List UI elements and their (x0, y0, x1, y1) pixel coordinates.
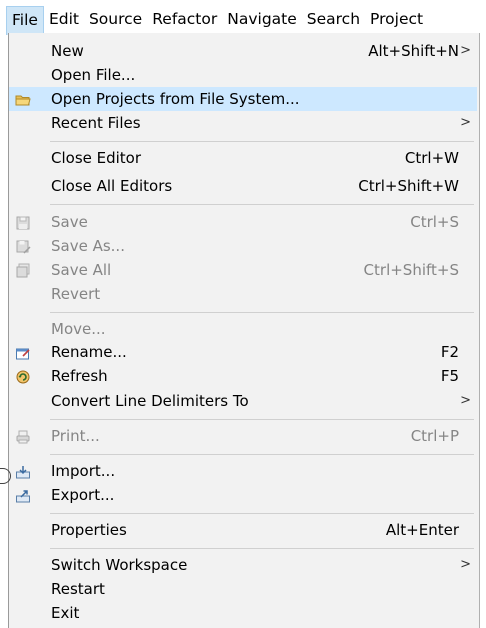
menu-separator (50, 312, 474, 313)
save-all-icon (15, 262, 31, 278)
menu-item-accelerator: Ctrl+W (404, 149, 459, 167)
menu-item-label: Recent Files (51, 114, 141, 132)
menu-file[interactable]: File (6, 6, 44, 35)
menu-edit[interactable]: Edit (44, 5, 84, 33)
menu-item-label: Save As... (51, 237, 125, 255)
menu-separator (50, 419, 474, 420)
save-icon (15, 214, 31, 230)
menu-separator (50, 141, 474, 142)
menu-item-label: Open Projects from File System... (51, 90, 300, 108)
menu-refactor[interactable]: Refactor (147, 5, 222, 33)
menu-item-rename[interactable]: Rename... F2 (9, 340, 477, 364)
menu-item-label: Properties (51, 521, 127, 539)
menu-item-label: Revert (51, 285, 101, 303)
menu-item-label: Exit (51, 604, 80, 622)
folder-icon (15, 91, 31, 107)
save-as-icon (15, 238, 31, 254)
menu-item-import[interactable]: Import... (9, 459, 477, 483)
menu-item-label: Import... (51, 462, 116, 480)
import-icon (15, 463, 31, 479)
menu-separator (50, 454, 474, 455)
menu-item-open-projects[interactable]: Open Projects from File System... (9, 87, 477, 111)
menu-item-export[interactable]: Export... (9, 483, 477, 507)
menu-project[interactable]: Project (365, 5, 428, 33)
menu-item-label: Save (51, 213, 88, 231)
submenu-arrow-icon: > (460, 393, 471, 408)
menu-item-new[interactable]: New Alt+Shift+N > (9, 39, 477, 63)
menu-item-label: Open File... (51, 66, 136, 84)
menu-item-label: Export... (51, 486, 115, 504)
rename-icon (15, 344, 31, 360)
menu-item-label: Save All (51, 261, 112, 279)
menu-source[interactable]: Source (84, 5, 147, 33)
menu-item-accelerator: Ctrl+S (410, 213, 459, 231)
menu-item-label: Switch Workspace (51, 556, 188, 574)
menu-item-revert[interactable]: Revert (9, 282, 477, 306)
submenu-arrow-icon: > (460, 43, 471, 58)
refresh-icon (15, 368, 31, 384)
menu-item-accelerator: F5 (440, 367, 459, 385)
print-icon (15, 428, 31, 444)
menu-item-label: Close Editor (51, 149, 142, 167)
menu-item-save-all[interactable]: Save All Ctrl+Shift+S (9, 258, 477, 282)
menu-item-accelerator: Alt+Shift+N (368, 42, 459, 60)
menu-item-save-as[interactable]: Save As... (9, 234, 477, 258)
submenu-arrow-icon: > (460, 115, 471, 130)
menu-item-label: Refresh (51, 367, 108, 385)
menu-item-label: Restart (51, 580, 105, 598)
menu-item-label: New (51, 42, 84, 60)
menu-item-switch-workspace[interactable]: Switch Workspace > (9, 553, 477, 577)
menu-item-close-all-editors[interactable]: Close All Editors Ctrl+Shift+W (9, 174, 477, 198)
file-menu-dropdown: New Alt+Shift+N > Open File... Open Proj… (8, 33, 480, 628)
menu-bar: File Edit Source Refactor Navigate Searc… (0, 0, 486, 35)
menu-item-open-file[interactable]: Open File... (9, 63, 477, 87)
menu-item-move[interactable]: Move... (9, 317, 477, 341)
menu-item-accelerator: Ctrl+Shift+W (358, 177, 459, 195)
menu-item-accelerator: F2 (440, 343, 459, 361)
menu-separator (50, 204, 474, 205)
menu-item-label: Convert Line Delimiters To (51, 392, 249, 410)
menu-item-refresh[interactable]: Refresh F5 (9, 364, 477, 388)
export-icon (15, 487, 31, 503)
menu-item-convert-line-delimiters[interactable]: Convert Line Delimiters To > (9, 389, 477, 413)
menu-item-label: Close All Editors (51, 177, 173, 195)
menu-separator (50, 548, 474, 549)
menu-item-label: Move... (51, 320, 106, 338)
submenu-arrow-icon: > (460, 557, 471, 572)
menu-search[interactable]: Search (302, 5, 365, 33)
menu-item-label: Print... (51, 427, 100, 445)
menu-item-accelerator: Ctrl+Shift+S (363, 261, 459, 279)
menu-item-accelerator: Ctrl+P (410, 427, 459, 445)
menu-item-properties[interactable]: Properties Alt+Enter (9, 518, 477, 542)
menu-item-recent-files[interactable]: Recent Files > (9, 111, 477, 135)
menu-item-label: Rename... (51, 343, 127, 361)
menu-item-print[interactable]: Print... Ctrl+P (9, 424, 477, 448)
menu-item-save[interactable]: Save Ctrl+S (9, 210, 477, 234)
menu-item-accelerator: Alt+Enter (385, 521, 459, 539)
menu-item-exit[interactable]: Exit (9, 601, 477, 625)
menu-item-close-editor[interactable]: Close Editor Ctrl+W (9, 146, 477, 170)
menu-navigate[interactable]: Navigate (222, 5, 302, 33)
menu-item-restart[interactable]: Restart (9, 577, 477, 601)
menu-separator (50, 513, 474, 514)
